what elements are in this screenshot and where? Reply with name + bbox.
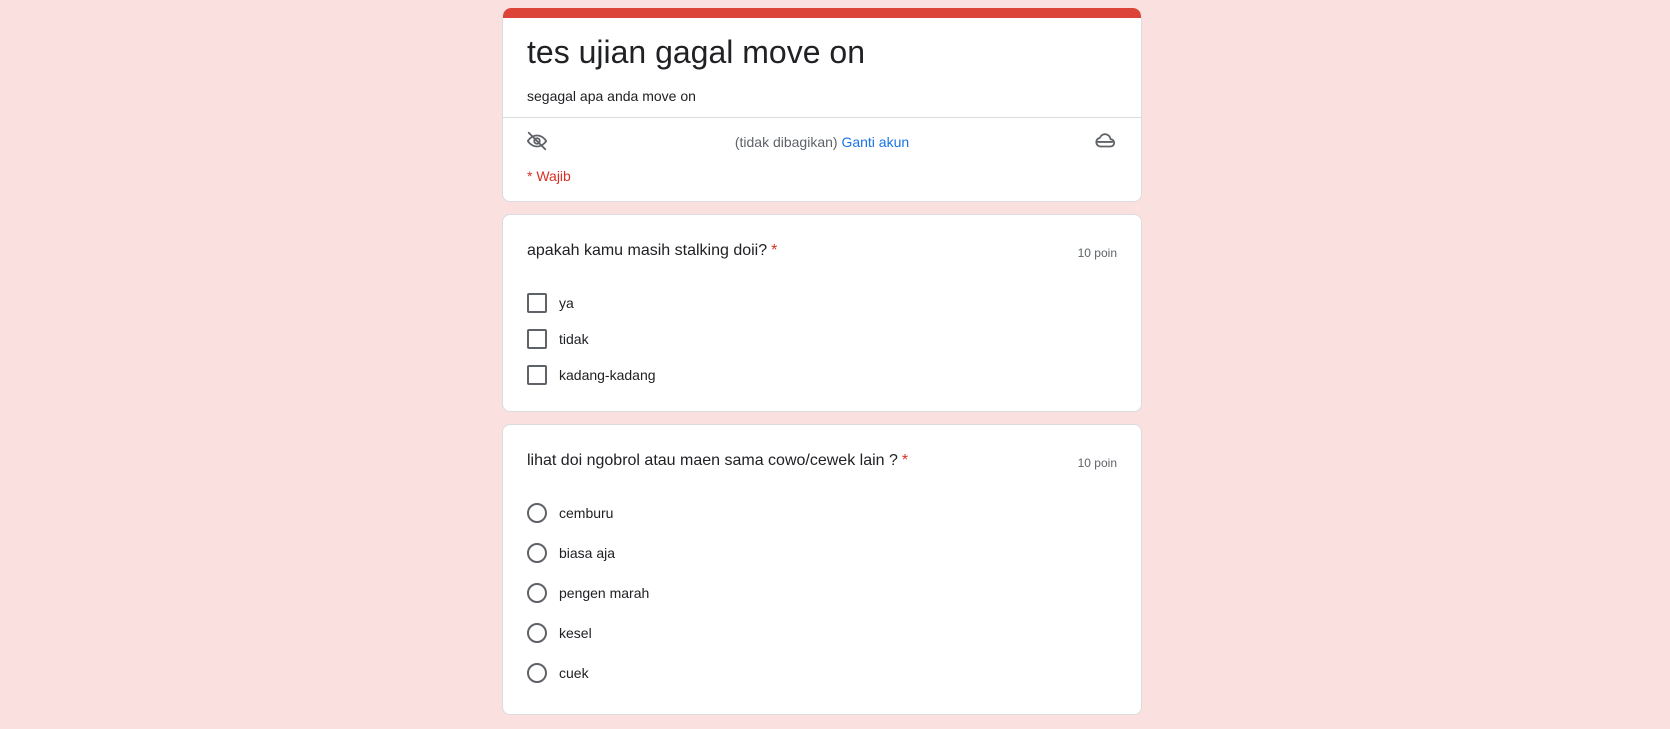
question-points: 10 poin — [1077, 456, 1117, 470]
radio-option[interactable]: pengen marah — [527, 573, 1117, 613]
option-label: kadang-kadang — [559, 367, 656, 383]
radio-option[interactable]: kesel — [527, 613, 1117, 653]
question-title: apakah kamu masih stalking doii? * — [527, 239, 777, 263]
option-label: cuek — [559, 665, 589, 681]
question-points: 10 poin — [1077, 246, 1117, 260]
option-label: ya — [559, 295, 574, 311]
checkbox-option[interactable]: ya — [527, 285, 1117, 321]
switch-account-link[interactable]: Ganti akun — [841, 134, 909, 150]
question-header: apakah kamu masih stalking doii? * 10 poi… — [527, 239, 1117, 263]
required-note: * Wajib — [527, 168, 571, 184]
theme-accent-bar — [503, 8, 1141, 18]
question-card: lihat doi ngobrol atau maen sama cowo/ce… — [502, 424, 1142, 715]
checkbox[interactable] — [527, 365, 547, 385]
radio-button[interactable] — [527, 503, 547, 523]
question-title: lihat doi ngobrol atau maen sama cowo/ce… — [527, 449, 908, 473]
checkbox[interactable] — [527, 329, 547, 349]
radio-options: cemburu biasa aja pengen marah kesel cue… — [527, 493, 1117, 693]
required-asterisk: * — [771, 242, 778, 259]
radio-option[interactable]: cuek — [527, 653, 1117, 693]
option-label: tidak — [559, 331, 589, 347]
option-label: cemburu — [559, 505, 614, 521]
radio-option[interactable]: cemburu — [527, 493, 1117, 533]
form-header-card: tes ujian gagal move on segagal apa anda… — [502, 8, 1142, 202]
form-description: segagal apa anda move on — [527, 88, 696, 104]
option-label: pengen marah — [559, 585, 650, 601]
checkbox-option[interactable]: kadang-kadang — [527, 357, 1117, 393]
radio-button[interactable] — [527, 623, 547, 643]
radio-button[interactable] — [527, 543, 547, 563]
checkbox-options: ya tidak kadang-kadang — [527, 285, 1117, 393]
checkbox-option[interactable]: tidak — [527, 321, 1117, 357]
checkbox[interactable] — [527, 293, 547, 313]
radio-button[interactable] — [527, 583, 547, 603]
header-divider — [503, 117, 1141, 118]
question-header: lihat doi ngobrol atau maen sama cowo/ce… — [527, 449, 1117, 473]
question-card: apakah kamu masih stalking doii? * 10 poi… — [502, 214, 1142, 412]
radio-option[interactable]: biasa aja — [527, 533, 1117, 573]
option-label: kesel — [559, 625, 592, 641]
required-asterisk: * — [901, 452, 909, 469]
question-text: apakah kamu masih stalking doii? — [527, 242, 768, 259]
radio-button[interactable] — [527, 663, 547, 683]
cloud-icon[interactable] — [1093, 129, 1117, 153]
form-container: tes ujian gagal move on segagal apa anda… — [502, 8, 1142, 715]
form-title: tes ujian gagal move on — [527, 34, 865, 70]
option-label: biasa aja — [559, 545, 616, 561]
account-status: (tidak dibagikan) — [734, 134, 838, 150]
question-text: lihat doi ngobrol atau maen sama cowo/ce… — [527, 452, 898, 469]
account-line: (tidak dibagikan) Ganti akun — [503, 132, 1141, 152]
